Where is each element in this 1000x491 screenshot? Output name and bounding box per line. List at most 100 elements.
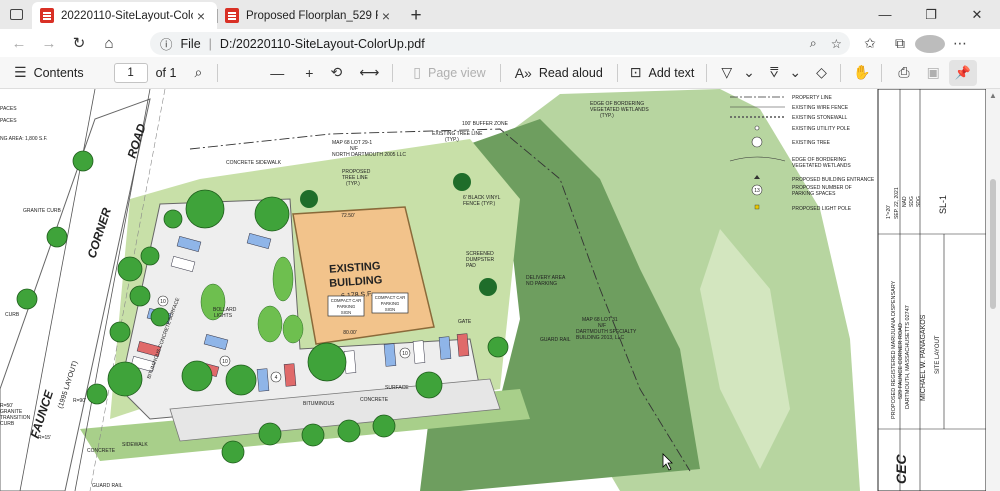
close-tab-icon[interactable]: × bbox=[193, 8, 209, 24]
minimize-icon[interactable]: — bbox=[862, 0, 908, 29]
svg-text:10: 10 bbox=[222, 359, 228, 365]
svg-text:R=90': R=90' bbox=[73, 398, 86, 404]
compact-car-sign: COMPACT CAR PARKING SIGN bbox=[371, 292, 409, 314]
add-text-icon: ⊡ bbox=[629, 64, 642, 80]
site-plan-drawing: EXISTING BUILDING 6,178 S.F. 72.50' 80.0… bbox=[0, 89, 987, 491]
scrollbar-thumb[interactable] bbox=[990, 179, 996, 309]
toolbar-divider bbox=[706, 63, 708, 82]
erase-button[interactable]: ◇ bbox=[816, 57, 834, 89]
page-navigation: 1 of 1 bbox=[113, 57, 177, 89]
svg-text:PARKING: PARKING bbox=[381, 301, 400, 306]
contents-list-icon: ☰ bbox=[14, 64, 27, 80]
save-icon: ▣ bbox=[926, 64, 940, 80]
profile-avatar[interactable] bbox=[915, 33, 945, 54]
zoom-icon[interactable]: ⌕ bbox=[810, 36, 817, 51]
eraser-icon: ◇ bbox=[816, 64, 827, 80]
svg-text:PAD: PAD bbox=[466, 263, 476, 269]
chevron-down-icon: ⌄ bbox=[743, 64, 755, 80]
building-dim-top: 72.50' bbox=[341, 213, 355, 219]
address-bar[interactable]: ⓘ File | D:/20220110-SiteLayout-ColorUp.… bbox=[150, 32, 850, 55]
toolbar-divider bbox=[881, 63, 883, 82]
browser-toolbar-buttons: ✩ ⧉ ⋯ bbox=[855, 29, 975, 57]
more-menu-icon[interactable]: ⋯ bbox=[945, 35, 975, 52]
page-view-label: Page view bbox=[428, 65, 486, 80]
svg-text:SIDEWALK: SIDEWALK bbox=[122, 442, 148, 448]
svg-text:SIGN: SIGN bbox=[341, 310, 351, 315]
svg-text:100' BUFFER ZONE: 100' BUFFER ZONE bbox=[462, 121, 509, 127]
back-button[interactable]: ← bbox=[4, 29, 34, 57]
find-button[interactable]: ⌕ bbox=[194, 57, 209, 89]
svg-text:PARKING SPACES: PARKING SPACES bbox=[792, 191, 836, 197]
svg-text:BUILDING 2013, LLC: BUILDING 2013, LLC bbox=[576, 335, 624, 341]
svg-text:GATE: GATE bbox=[458, 319, 472, 325]
page-total: of 1 bbox=[155, 65, 177, 80]
svg-text:SIGN: SIGN bbox=[385, 307, 395, 312]
draw-options-button[interactable]: ⌄ bbox=[743, 57, 762, 89]
fit-page-button[interactable]: ⟷ bbox=[359, 57, 386, 89]
chevron-down-icon: ⌄ bbox=[789, 64, 802, 80]
svg-text:10: 10 bbox=[160, 299, 166, 305]
tab-proposed-floorplan[interactable]: Proposed Floorplan_529 FCR Flo × bbox=[217, 2, 402, 29]
rotate-button[interactable]: ⟲ bbox=[330, 57, 349, 89]
svg-text:(TYP.): (TYP.) bbox=[600, 113, 614, 119]
add-text-label: Add text bbox=[648, 65, 695, 80]
svg-text:COMPACT CAR: COMPACT CAR bbox=[331, 298, 362, 303]
svg-text:NG AREA: 1,800 S.F.: NG AREA: 1,800 S.F. bbox=[0, 136, 48, 142]
forward-button[interactable]: → bbox=[34, 29, 64, 57]
svg-text:EXISTING TREE: EXISTING TREE bbox=[792, 140, 831, 146]
save-button[interactable]: ▣ bbox=[927, 57, 947, 89]
scroll-up-arrow-icon[interactable]: ▲ bbox=[989, 91, 997, 100]
svg-text:COMPACT CAR: COMPACT CAR bbox=[375, 295, 406, 300]
address-separator: | bbox=[208, 36, 212, 51]
tab-site-layout[interactable]: 20220110-SiteLayout-ColorUp.p × bbox=[32, 2, 217, 29]
svg-text:PARKING: PARKING bbox=[337, 304, 356, 309]
add-text-button[interactable]: ⊡ Add text bbox=[630, 57, 695, 89]
svg-text:10: 10 bbox=[402, 351, 408, 357]
project-name-3: DARTMOUTH, MASSACHUSETTS 02747 bbox=[905, 305, 911, 409]
draw-button[interactable]: ▽ bbox=[721, 57, 739, 89]
touch-select-button[interactable]: ✋ bbox=[853, 57, 877, 89]
highlight-button[interactable]: ⩢ bbox=[770, 57, 786, 89]
initials-1: NAD bbox=[902, 196, 908, 207]
restore-icon[interactable]: ❐ bbox=[908, 0, 954, 29]
pdf-toolbar: ☰ Contents 1 of 1 ⌕ — + ⟲ ⟷ ▯ Page view … bbox=[0, 57, 1000, 89]
url-text[interactable]: D:/20220110-SiteLayout-ColorUp.pdf bbox=[220, 37, 425, 51]
contents-button[interactable]: ☰ Contents bbox=[14, 57, 84, 89]
zoom-out-button[interactable]: — bbox=[270, 57, 291, 89]
favorites-icon[interactable]: ✩ bbox=[855, 35, 885, 52]
close-tab-icon[interactable]: × bbox=[378, 8, 394, 24]
collections-icon[interactable]: ⧉ bbox=[885, 35, 915, 52]
svg-text:CURB: CURB bbox=[0, 421, 15, 427]
page-view-button[interactable]: ▯ Page view bbox=[413, 57, 485, 89]
page-view-icon: ▯ bbox=[413, 64, 422, 80]
page-number-input[interactable]: 1 bbox=[113, 62, 148, 83]
pin-toolbar-button[interactable]: 📌 bbox=[949, 60, 977, 86]
zoom-in-button[interactable]: + bbox=[305, 57, 320, 89]
svg-text:PACES: PACES bbox=[0, 118, 17, 124]
pdf-document-viewer[interactable]: EXISTING BUILDING 6,178 S.F. 72.50' 80.0… bbox=[0, 89, 1000, 491]
pdf-file-icon bbox=[40, 8, 54, 23]
vertical-scrollbar[interactable]: ▲ bbox=[986, 89, 1000, 491]
svg-text:FENCE (TYP.): FENCE (TYP.) bbox=[463, 201, 495, 207]
print-button[interactable]: ⎙ bbox=[898, 57, 916, 89]
svg-text:GUARD RAIL: GUARD RAIL bbox=[92, 483, 123, 489]
favorite-star-icon[interactable]: ☆ bbox=[831, 36, 842, 51]
svg-text:CONCRETE: CONCRETE bbox=[360, 397, 389, 403]
svg-text:CONCRETE: CONCRETE bbox=[87, 448, 116, 454]
read-aloud-button[interactable]: A» Read aloud bbox=[515, 57, 603, 89]
svg-text:PROPOSED LIGHT POLE: PROPOSED LIGHT POLE bbox=[792, 206, 852, 212]
draw-pen-icon: ▽ bbox=[721, 64, 733, 80]
close-window-icon[interactable]: ✕ bbox=[954, 0, 1000, 29]
pdf-file-icon bbox=[225, 8, 239, 23]
svg-text:VEGETATED WETLANDS: VEGETATED WETLANDS bbox=[590, 107, 649, 113]
svg-text:LIGHTS: LIGHTS bbox=[214, 313, 233, 319]
new-tab-button[interactable]: + bbox=[402, 2, 430, 29]
pin-icon: 📌 bbox=[954, 65, 972, 80]
svg-text:(TYP.): (TYP.) bbox=[445, 137, 459, 143]
toolbar-divider bbox=[499, 63, 501, 82]
info-icon[interactable]: ⓘ bbox=[160, 34, 173, 53]
home-button[interactable]: ⌂ bbox=[94, 29, 124, 57]
highlight-options-button[interactable]: ⌄ bbox=[789, 57, 808, 89]
refresh-button[interactable]: ↻ bbox=[64, 29, 94, 57]
tab-actions-menu-icon[interactable] bbox=[0, 0, 32, 29]
